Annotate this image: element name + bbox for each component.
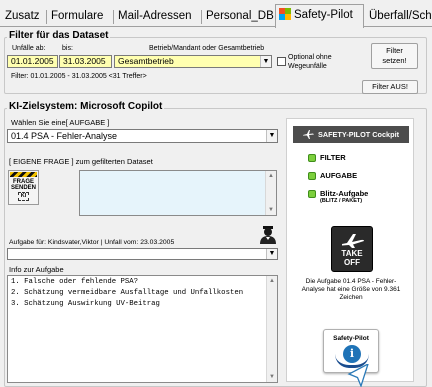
status-blitz-sublabel: (BLITZ / PAKET) xyxy=(320,198,363,204)
ki-chip-icon: KI xyxy=(18,192,29,201)
task-prompt-label: Wählen Sie eine[ AUFGABE ] xyxy=(11,118,110,127)
task-select-value: 01.4 PSA - Fehler-Analyse xyxy=(11,131,118,141)
chevron-down-icon[interactable]: ▼ xyxy=(266,249,277,259)
mouse-cursor-icon xyxy=(347,364,369,387)
task-select[interactable]: 01.4 PSA - Fehler-Analyse ▼ xyxy=(7,129,278,143)
tab-formulare[interactable]: Formulare xyxy=(48,8,106,27)
info-scrollbar[interactable]: ▲ ▼ xyxy=(266,276,277,382)
tab-separator xyxy=(201,10,202,24)
tab-separator xyxy=(113,10,114,24)
own-question-input[interactable]: ▲ ▼ xyxy=(79,170,277,216)
optional-wegeunfaelle-checkbox[interactable] xyxy=(277,57,286,66)
takeoff-button[interactable]: TAKE OFF xyxy=(331,226,373,272)
cockpit-title: SAFETY-PILOT Cockpit xyxy=(317,130,400,139)
from-date-label: Unfälle ab: xyxy=(12,45,46,52)
status-filter-label: FILTER xyxy=(320,153,346,162)
status-filter: FILTER xyxy=(308,153,346,162)
filter-summary: Filter: 01.01.2005 - 31.03.2005 <31 Tref… xyxy=(11,73,147,80)
filter-off-button[interactable]: Filter AUS! xyxy=(362,80,418,94)
to-date-label: bis: xyxy=(62,45,73,52)
tab-zusatz[interactable]: Zusatz xyxy=(2,8,43,27)
to-date-field[interactable]: 31.03.2005 xyxy=(59,55,112,68)
status-led-icon xyxy=(308,190,316,198)
ki-chip-label: KI xyxy=(20,193,27,199)
send-question-label-2: SENDEN xyxy=(10,185,36,191)
status-aufgabe: AUFGABE xyxy=(308,171,357,180)
cockpit-header: SAFETY-PILOT Cockpit xyxy=(293,126,409,143)
safety-pilot-button-label: Safety-Pilot xyxy=(333,335,369,342)
info-line-3: 3. Schätzung Auswirkung UV-Beitrag xyxy=(11,300,160,309)
status-blitz-label: Blitz-Aufgabe xyxy=(320,189,369,198)
chevron-down-icon[interactable]: ▼ xyxy=(266,130,277,142)
tab-separator xyxy=(46,10,47,24)
status-led-icon xyxy=(308,154,316,162)
airplane-takeoff-icon xyxy=(342,234,364,248)
tab-safety-pilot[interactable]: Safety-Pilot xyxy=(275,4,364,28)
person-icon xyxy=(260,226,276,244)
windows-flag-icon xyxy=(279,8,291,20)
mandant-label: Betrieb/Mandant oder Gesamtbetrieb xyxy=(149,45,265,52)
info-icon: i xyxy=(343,345,361,363)
own-question-scrollbar[interactable]: ▲ ▼ xyxy=(265,171,276,215)
tab-mail-adressen[interactable]: Mail-Adressen xyxy=(115,8,195,27)
own-question-label: [ EIGENE FRAGE ] zum gefilterten Dataset xyxy=(9,157,153,166)
info-label: Info zur Aufgabe xyxy=(9,265,64,274)
filter-set-button[interactable]: Filter setzen! xyxy=(371,43,418,69)
mandant-select[interactable]: Gesamtbetrieb ▼ xyxy=(114,55,272,68)
info-line-1: 1. Falsche oder fehlende PSA? xyxy=(11,278,138,286)
tab-personal-db[interactable]: Personal_DB xyxy=(203,8,277,27)
from-date-field[interactable]: 01.01.2005 xyxy=(7,55,58,68)
info-textarea[interactable]: 1. Falsche oder fehlende PSA? 2. Schätzu… xyxy=(7,275,278,383)
chevron-down-icon[interactable]: ▼ xyxy=(260,56,271,67)
optional-wegeunfaelle-label: Optional ohne Wegeunfälle xyxy=(288,54,332,70)
airplane-icon xyxy=(302,130,314,139)
mandant-select-value: Gesamtbetrieb xyxy=(118,56,174,66)
cockpit-message: Die Aufgabe 01.4 PSA - Fehler-Analyse ha… xyxy=(301,278,401,301)
takeoff-label-2: OFF xyxy=(344,258,360,267)
assignment-label: Aufgabe für: Kindsvater,Viktor | Unfall … xyxy=(9,239,175,246)
info-line-2: 2. Schätzung vermeidbare Ausfalltage und… xyxy=(11,289,244,298)
send-question-button[interactable]: FRAGE SENDEN KI xyxy=(8,170,39,205)
status-blitz: Blitz-Aufgabe (BLITZ / PAKET) xyxy=(308,189,368,205)
safety-pilot-cockpit: SAFETY-PILOT Cockpit FILTER AUFGABE Blit… xyxy=(286,118,414,382)
status-led-icon xyxy=(308,172,316,180)
ki-group-title: KI-Zielsystem: Microsoft Copilot xyxy=(7,101,165,112)
status-aufgabe-label: AUFGABE xyxy=(320,171,358,180)
tab-strip: Zusatz Formulare Mail-Adressen Personal_… xyxy=(0,0,432,28)
tab-ueberfall-schock[interactable]: Überfall/Schock xyxy=(366,8,432,27)
filter-group-title: Filter für das Dataset xyxy=(7,30,111,41)
hazard-stripes xyxy=(10,172,37,177)
assignment-select[interactable]: ▼ xyxy=(7,248,278,260)
